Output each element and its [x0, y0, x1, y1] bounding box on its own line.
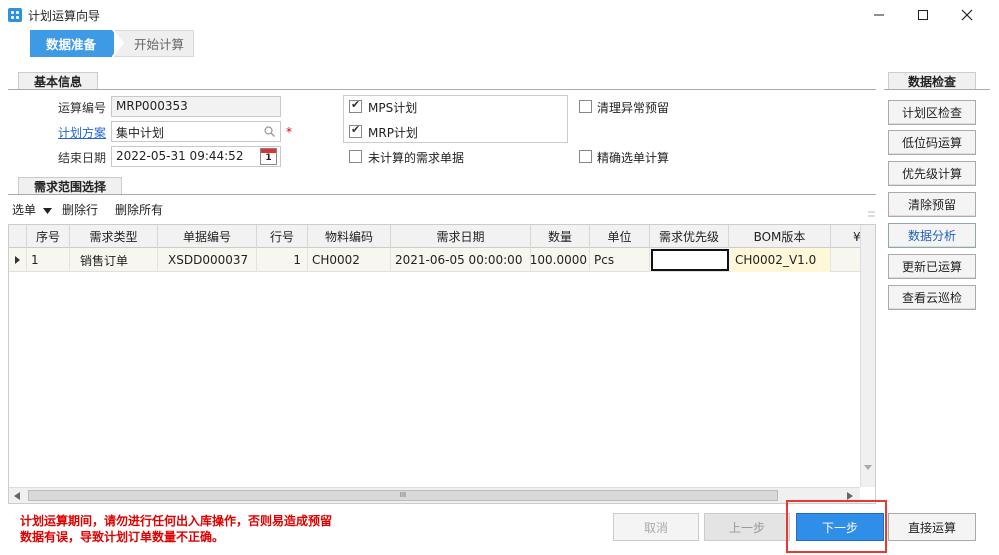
uncalc-docs-checkbox[interactable] [349, 150, 362, 163]
calc-no-label: 运算编号 [57, 101, 106, 115]
step-start-calc-label: 开始计算 [133, 37, 184, 52]
maximize-button[interactable] [900, 0, 946, 30]
col-seq[interactable]: 序号 [27, 225, 70, 248]
minimize-icon [874, 14, 884, 16]
step-start-calc[interactable]: 开始计算 [114, 30, 194, 57]
vertical-scrollbar[interactable] [860, 225, 875, 487]
mrp-label: MRP计划 [368, 126, 418, 140]
cell-material[interactable]: CH0002 [308, 248, 391, 272]
divider [884, 89, 990, 90]
close-icon [961, 9, 973, 21]
prev-button[interactable]: 上一步 [704, 513, 790, 541]
mps-checkbox[interactable] [349, 98, 362, 113]
update-calculated-button[interactable]: 更新已运算 [888, 254, 976, 279]
select-dropdown[interactable]: 选单 [12, 201, 52, 218]
scroll-left-icon[interactable] [14, 492, 20, 500]
precise-select-label: 精确选单计算 [597, 151, 670, 165]
mps-label: MPS计划 [368, 101, 418, 115]
maximize-icon [918, 10, 928, 20]
clear-abnormal-label: 清理异常预留 [597, 101, 670, 115]
delete-all-button[interactable]: 删除所有 [115, 201, 163, 218]
basic-info-tab: 基本信息 [18, 72, 98, 89]
col-type[interactable]: 需求类型 [70, 225, 158, 248]
row-pointer-icon [9, 248, 27, 272]
warning-text: 计划运算期间，请勿进行任何出入库操作，否则易造成预留数据有误，导致计划订单数量不… [20, 514, 333, 544]
col-date[interactable]: 需求日期 [391, 225, 531, 248]
check-planning-area-button[interactable]: 计划区检查 [888, 100, 976, 125]
cell-date[interactable]: 2021-06-05 00:00:00 [391, 248, 531, 272]
col-priority[interactable]: 需求优先级 [650, 225, 729, 248]
scroll-down-icon[interactable] [864, 465, 872, 471]
wizard-window: 计划运算向导 数据准备 开始计算 基本信息 运算编号 MRP000353 计划方… [0, 0, 999, 555]
clear-reservation-button[interactable]: 清除预留 [888, 192, 976, 217]
cell-bom[interactable]: CH0002_V1.0 [731, 248, 831, 272]
demand-grid: 序号 需求类型 单据编号 行号 物料编码 需求日期 数量 单位 需求优先级 BO… [8, 224, 876, 504]
toolbar-overflow-icon[interactable] [868, 210, 875, 218]
step-data-prep[interactable]: 数据准备 [30, 30, 122, 57]
col-line[interactable]: 行号 [257, 225, 308, 248]
col-bom[interactable]: BOM版本 [729, 225, 831, 248]
plan-scheme-value: 集中计划 [116, 126, 165, 140]
calendar-day: 1 [265, 153, 272, 163]
uncalc-docs-label: 未计算的需求单据 [368, 151, 465, 165]
chevron-down-icon [42, 208, 52, 214]
cell-qty[interactable]: 100.0000 [531, 248, 590, 272]
plan-scheme-link[interactable]: 计划方案 [40, 124, 106, 141]
clear-abnormal-checkbox[interactable] [579, 100, 592, 113]
app-icon [8, 8, 22, 22]
col-doc-no[interactable]: 单据编号 [158, 225, 257, 248]
plan-scheme-field[interactable]: 集中计划 [111, 121, 281, 142]
cell-unit[interactable]: Pcs [590, 248, 650, 272]
calendar-icon[interactable]: 1 [260, 148, 277, 165]
col-material[interactable]: 物料编码 [308, 225, 391, 248]
col-qty[interactable]: 数量 [531, 225, 590, 248]
data-analysis-button[interactable]: 数据分析 [888, 223, 976, 248]
divider [8, 89, 876, 90]
mrp-checkbox[interactable] [349, 123, 362, 138]
cell-doc-no[interactable]: XSDD000037 [158, 248, 257, 272]
delete-row-button[interactable]: 删除行 [62, 201, 98, 218]
search-icon[interactable] [264, 126, 275, 137]
horizontal-scrollbar[interactable]: III [9, 487, 860, 503]
title-bar: 计划运算向导 [0, 0, 999, 30]
end-date-field[interactable]: 2022-05-31 09:44:52 1 [111, 146, 281, 167]
cancel-button[interactable]: 取消 [613, 513, 699, 541]
table-row[interactable]: 1 销售订单 XSDD000037 1 CH0002 2021-06-05 00… [9, 248, 869, 272]
demand-range-tab: 需求范围选择 [18, 177, 122, 194]
close-button[interactable] [944, 0, 990, 30]
divider [8, 194, 876, 195]
end-date-label: 结束日期 [57, 151, 106, 165]
row-indicator-header [9, 225, 27, 248]
required-mark: * [286, 125, 292, 139]
direct-calc-button[interactable]: 直接运算 [888, 513, 976, 541]
scroll-right-icon[interactable] [847, 492, 853, 500]
select-label: 选单 [12, 203, 37, 217]
minimize-button[interactable] [856, 0, 902, 30]
calc-no-field[interactable]: MRP000353 [111, 96, 281, 117]
data-check-tab: 数据检查 [888, 72, 976, 89]
cell-seq[interactable]: 1 [27, 248, 70, 272]
next-button[interactable]: 下一步 [796, 513, 884, 541]
view-cloud-inspection-button[interactable]: 查看云巡检 [888, 285, 976, 310]
col-unit[interactable]: 单位 [590, 225, 650, 248]
precise-select-checkbox[interactable] [579, 150, 592, 163]
window-title: 计划运算向导 [28, 9, 101, 23]
grid-header: 序号 需求类型 单据编号 行号 物料编码 需求日期 数量 单位 需求优先级 BO… [9, 225, 869, 248]
end-date-value: 2022-05-31 09:44:52 [116, 149, 244, 163]
low-level-code-button[interactable]: 低位码运算 [888, 130, 976, 155]
cell-priority-editing[interactable] [651, 249, 729, 271]
scroll-thumb[interactable]: III [28, 490, 778, 501]
cell-line[interactable]: 1 [257, 248, 308, 272]
cell-type[interactable]: 销售订单 [70, 248, 158, 272]
priority-calc-button[interactable]: 优先级计算 [888, 161, 976, 186]
